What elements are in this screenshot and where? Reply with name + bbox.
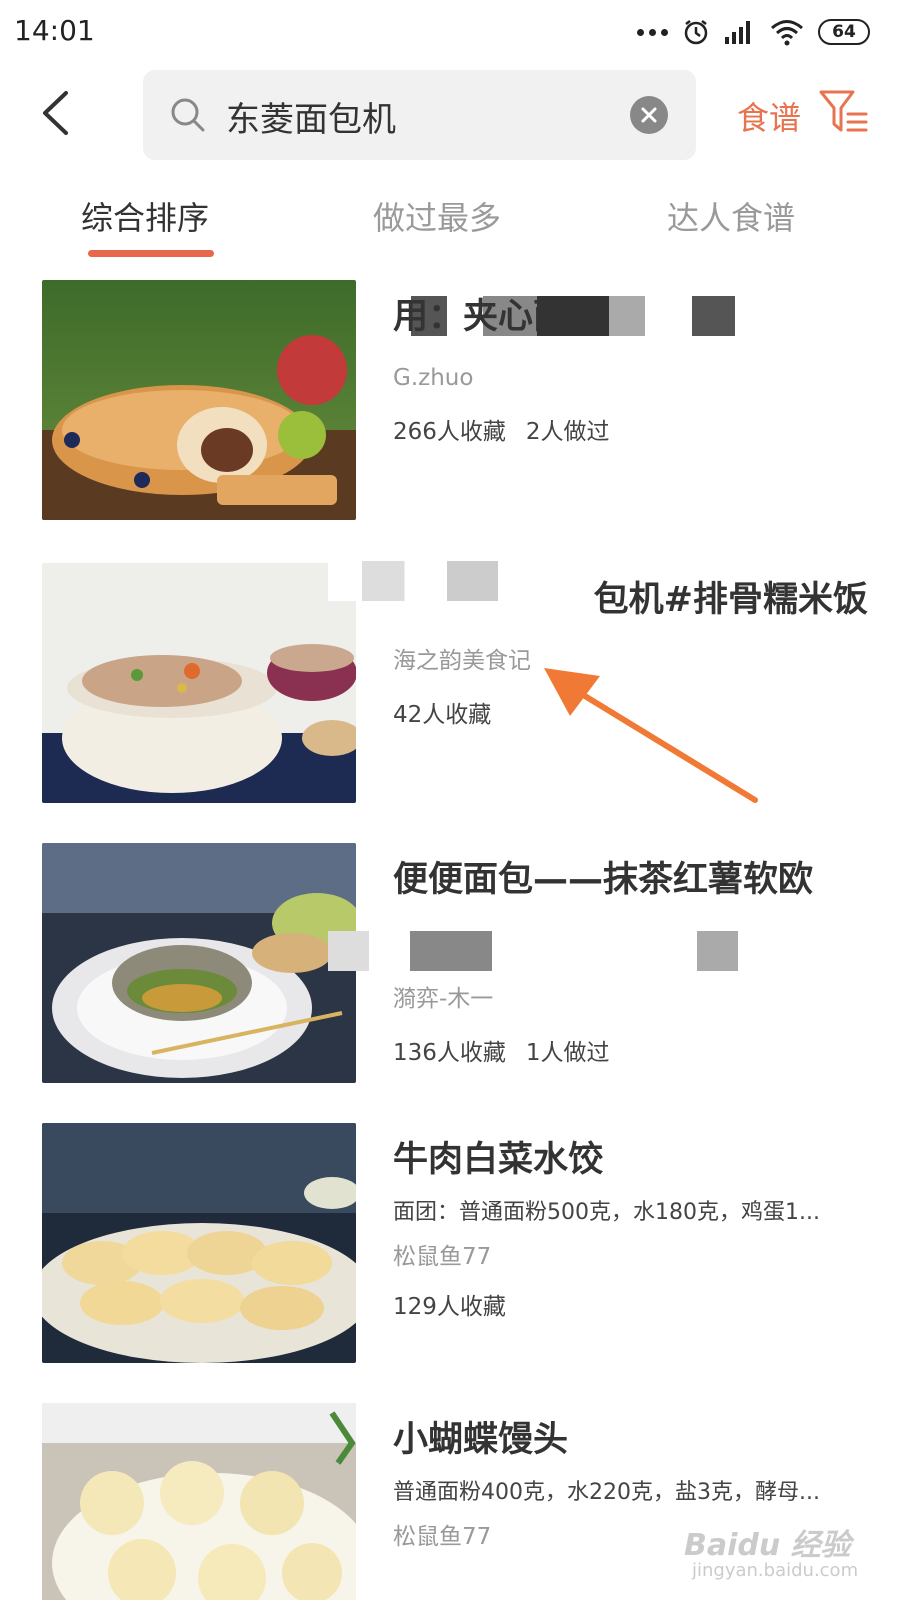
recipe-stats: 136人收藏 1人做过 xyxy=(393,1037,868,1069)
signal-icon xyxy=(725,21,750,44)
chevron-left-icon xyxy=(43,91,68,135)
recipe-item[interactable]: 便便面包——抹茶红薯软欧 漪弈-木一 136人收藏 1人做过 xyxy=(0,843,900,1083)
watermark-url: jingyan.baidu.com xyxy=(692,1560,859,1581)
recipe-ingredients: 普通面粉400克，水220克，盐3克，酵母... xyxy=(393,1480,820,1505)
made-count: 2人做过 xyxy=(525,419,610,445)
recipe-title: 牛肉白菜水饺 xyxy=(393,1140,604,1180)
wifi-icon xyxy=(771,20,803,46)
recipe-title: 小蝴蝶馒头 xyxy=(393,1420,569,1460)
recipe-item[interactable]: 牛肉白菜水饺 面团：普通面粉500克，水180克，鸡蛋1... 松鼠鱼77 12… xyxy=(0,1123,900,1363)
back-button[interactable] xyxy=(30,84,80,142)
sort-tabs: 综合排序 做过最多 达人食谱 xyxy=(0,193,900,263)
search-input[interactable]: 东菱面包机 xyxy=(143,70,696,160)
recipe-thumbnail xyxy=(42,843,356,1083)
status-bar: 14:01 64 xyxy=(0,0,900,62)
recipe-stats: 129人收藏 xyxy=(393,1291,868,1323)
favorites-count: 129人收藏 xyxy=(393,1294,506,1320)
battery-indicator: 64 xyxy=(818,19,870,45)
recipe-item[interactable]: 用：夹心面包 G.zhuo 266人收藏 2人做过 xyxy=(0,280,900,520)
recipe-title: 便便面包——抹茶红薯软欧 xyxy=(393,860,814,900)
status-time: 14:01 xyxy=(14,14,95,47)
tab-comprehensive[interactable]: 综合排序 xyxy=(81,193,209,239)
annotation-arrow-icon xyxy=(544,668,758,803)
tab-expert-recipes[interactable]: 达人食谱 xyxy=(667,193,795,239)
tab-indicator xyxy=(88,250,214,257)
alarm-icon xyxy=(684,20,708,45)
recipe-info: 牛肉白菜水饺 面团：普通面粉500克，水180克，鸡蛋1... 松鼠鱼77 12… xyxy=(393,1131,868,1323)
recipe-author: 松鼠鱼77 xyxy=(393,1244,492,1270)
filter-icon[interactable] xyxy=(818,88,870,136)
recipe-title: 包机#排骨糯米饭 xyxy=(593,580,868,620)
recipe-author: 漪弈-木一 xyxy=(393,986,494,1012)
recipe-info: 用：夹心面包 G.zhuo 266人收藏 2人做过 xyxy=(393,288,868,448)
close-icon xyxy=(641,107,657,123)
recipe-title: 用：夹心面包 xyxy=(393,297,604,337)
watermark-logo: Baidu 经验 xyxy=(684,1528,851,1563)
more-dots-icon xyxy=(637,28,668,36)
tab-most-made[interactable]: 做过最多 xyxy=(373,193,501,239)
recipe-stats: 266人收藏 2人做过 xyxy=(393,416,868,448)
recipe-author: G.zhuo xyxy=(393,365,474,391)
search-icon xyxy=(171,98,205,132)
favorites-count: 42人收藏 xyxy=(393,702,492,728)
recipe-thumbnail xyxy=(42,1403,356,1600)
status-icons: 64 xyxy=(637,14,870,50)
search-query[interactable]: 东菱面包机 xyxy=(226,92,396,141)
made-count: 1人做过 xyxy=(525,1040,610,1066)
recipe-ingredients: 面团：普通面粉500克，水180克，鸡蛋1... xyxy=(393,1200,820,1225)
recipe-thumbnail xyxy=(42,563,356,803)
search-header: 东菱面包机 食谱 xyxy=(0,62,900,166)
recipe-category-label[interactable]: 食谱 xyxy=(737,93,801,139)
favorites-count: 266人收藏 xyxy=(393,419,506,445)
recipe-thumbnail xyxy=(42,1123,356,1363)
clear-icon[interactable] xyxy=(630,96,668,134)
favorites-count: 136人收藏 xyxy=(393,1040,506,1066)
recipe-info: 便便面包——抹茶红薯软欧 漪弈-木一 136人收藏 1人做过 xyxy=(393,851,868,1069)
